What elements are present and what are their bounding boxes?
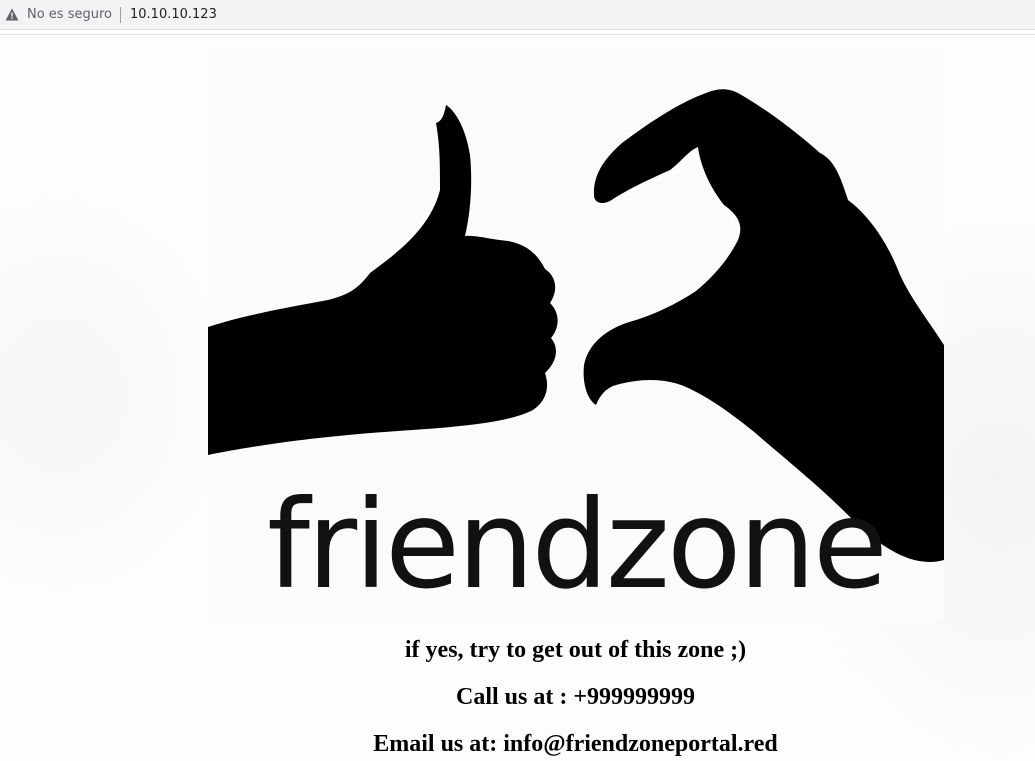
email-contact-text: Email us at: info@friendzoneportal.red: [373, 731, 778, 757]
address-bar[interactable]: No es seguro 10.10.10.123: [0, 0, 1035, 30]
friendzone-logo-text: friendzone: [267, 474, 885, 616]
url-text[interactable]: 10.10.10.123: [130, 7, 217, 22]
address-separator: [120, 6, 121, 23]
tagline-text: if yes, try to get out of this zone ;): [404, 637, 747, 663]
phone-contact-text: Call us at : +999999999: [455, 684, 695, 710]
thumbs-up-hand: [208, 105, 558, 455]
warning-triangle-icon[interactable]: [4, 7, 20, 23]
friendzone-hero-image: friendzone: [208, 55, 944, 620]
security-status-label[interactable]: No es seguro: [27, 7, 112, 22]
